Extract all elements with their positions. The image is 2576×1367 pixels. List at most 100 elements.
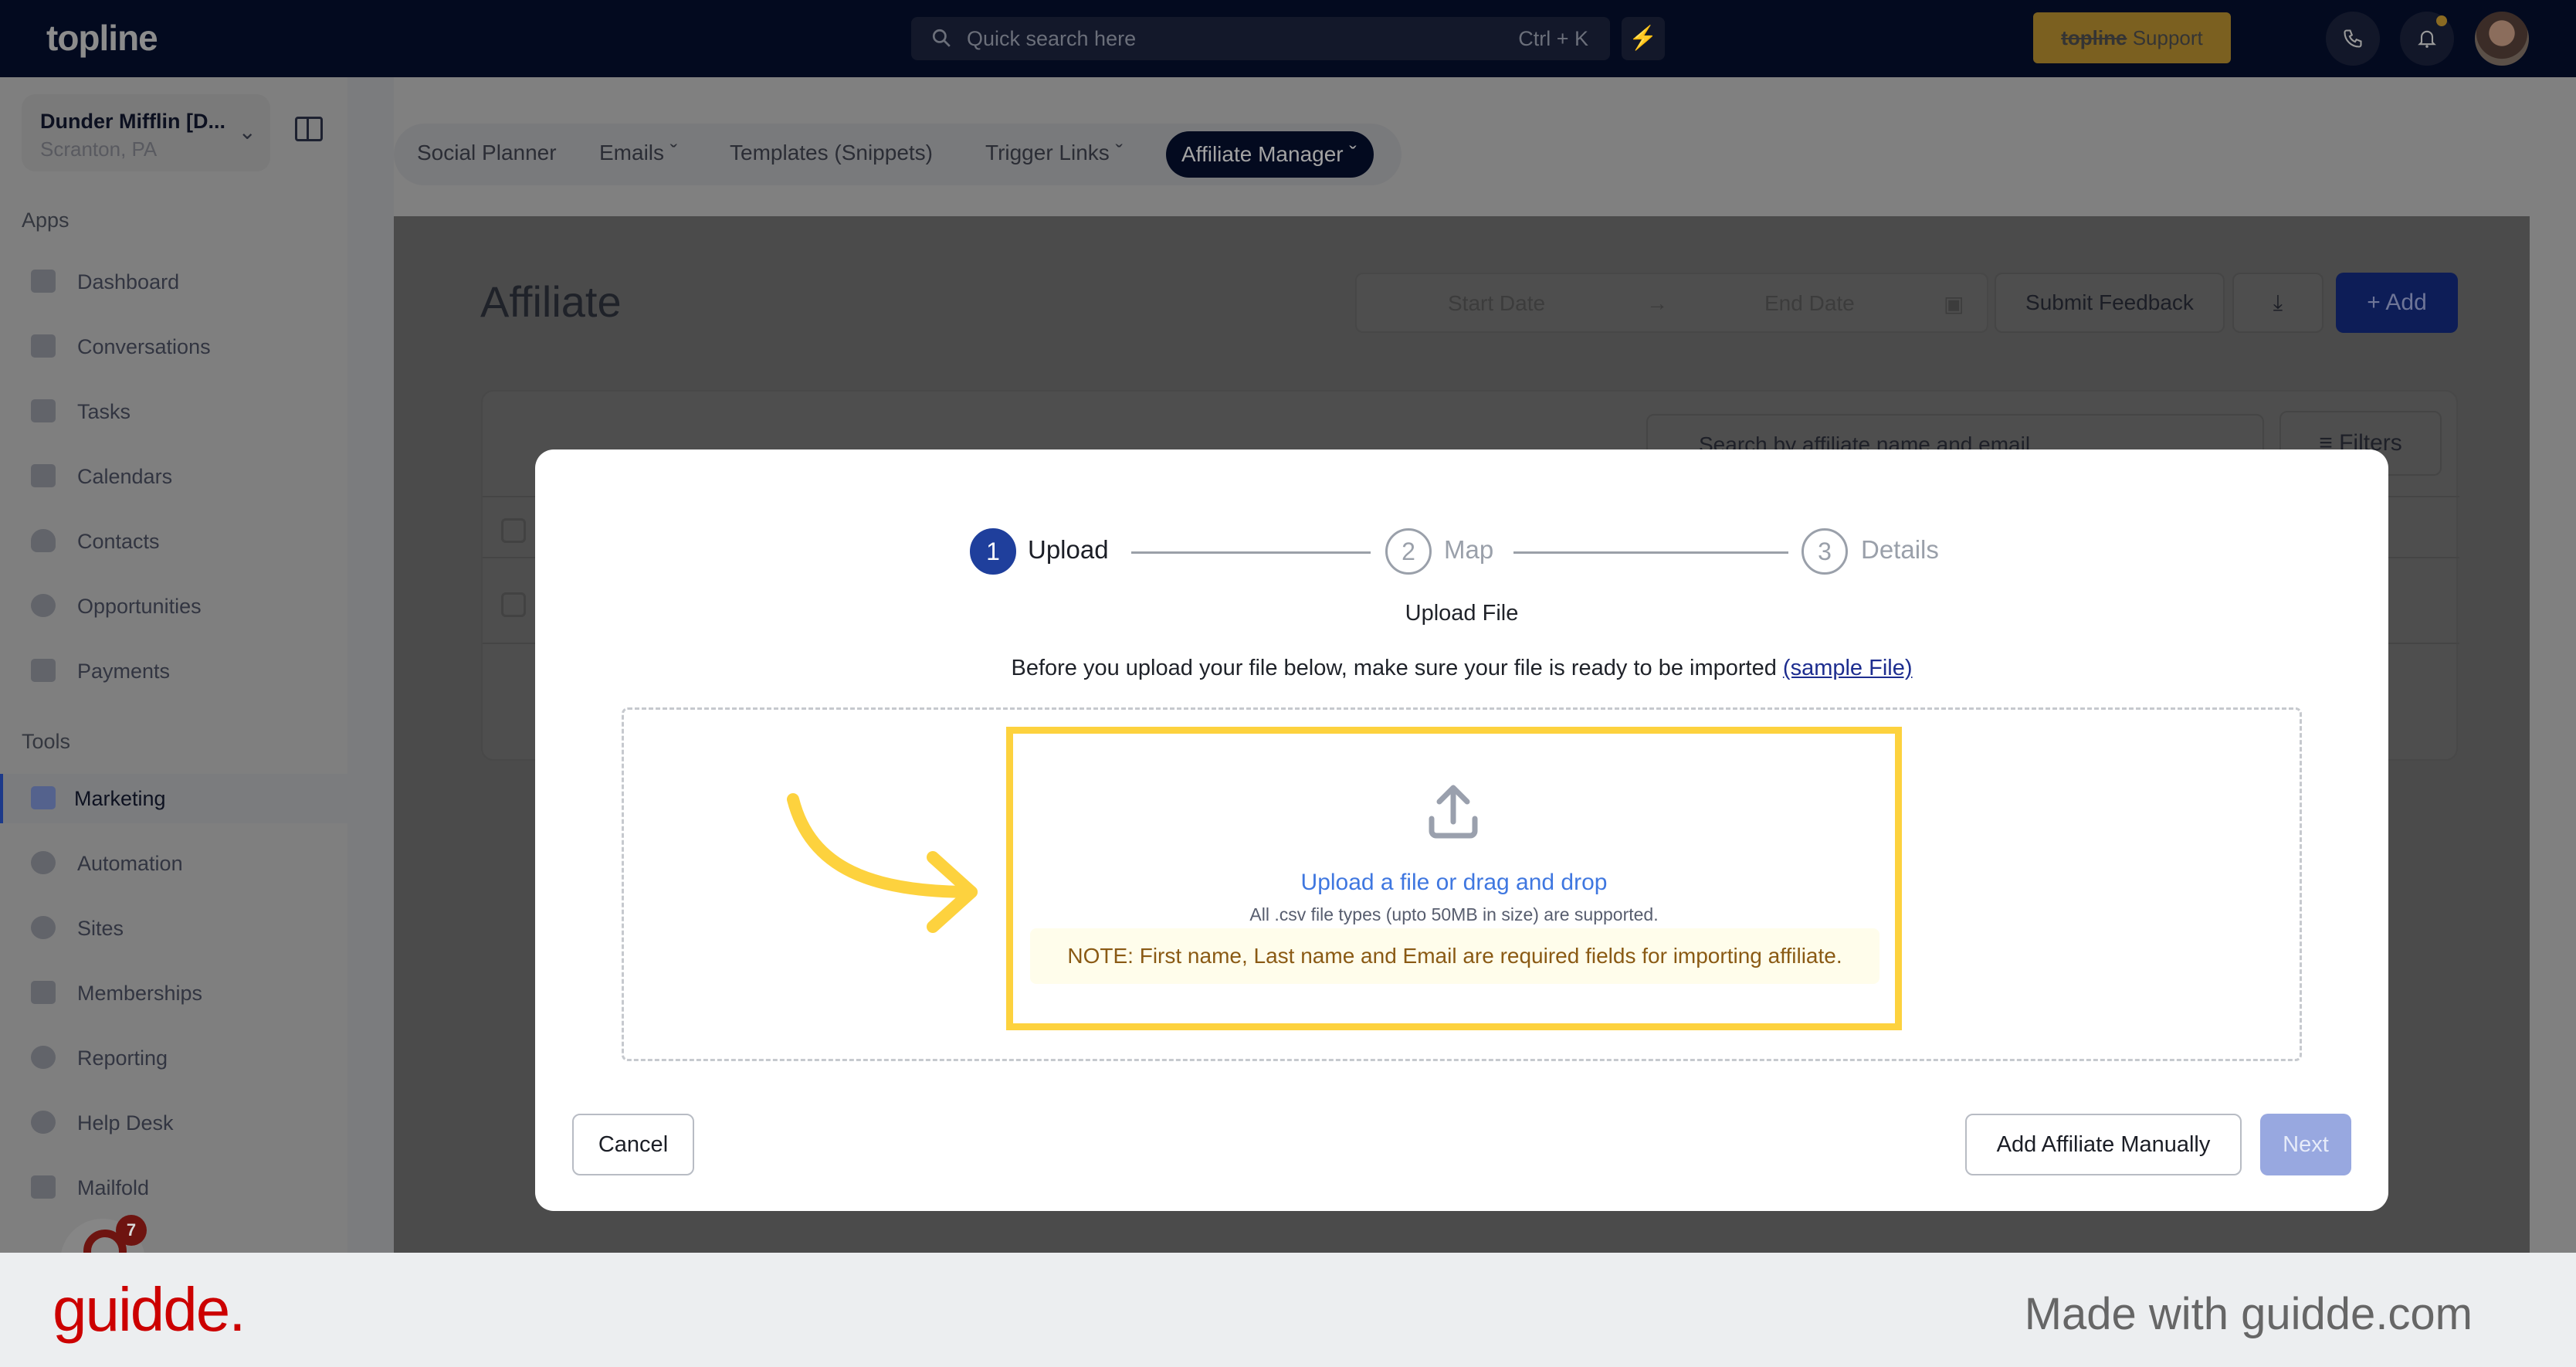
sidebar-item-label: Automation [77, 852, 183, 875]
sidebar-item-sites[interactable]: Sites [0, 904, 347, 953]
marketing-subnav: Social Planner Emails ˇ Templates (Snipp… [394, 124, 1402, 185]
sidebar-item-payments[interactable]: Payments [0, 646, 347, 696]
tab-trigger-links[interactable]: Trigger Links ˇ [985, 141, 1123, 165]
chevron-down-icon: ˇ [1349, 142, 1357, 166]
guidde-logo: guidde. [53, 1275, 246, 1344]
sidebar-item-label: Dashboard [77, 270, 180, 293]
tab-affiliate-manager[interactable]: Affiliate Manager ˇ [1166, 131, 1374, 178]
account-location: Scranton, PA [40, 137, 158, 161]
sidebar-item-label: Sites [77, 917, 124, 940]
sidebar-item-calendars[interactable]: Calendars [0, 452, 347, 501]
sidebar-item-tasks[interactable]: Tasks [0, 387, 347, 436]
sidebar-item-mailfold[interactable]: Mailfold [0, 1163, 347, 1213]
submit-feedback-button[interactable]: Submit Feedback [1995, 273, 2225, 333]
apps-heading: Apps [22, 209, 69, 232]
tab-label: Emails [599, 141, 665, 165]
sidebar-item-label: Conversations [77, 335, 211, 358]
mail-icon [31, 1175, 56, 1199]
sidebar-item-memberships[interactable]: Memberships [0, 968, 347, 1018]
download-button[interactable]: ⤓ [2232, 273, 2323, 333]
step-2-indicator: 2 [1385, 528, 1432, 575]
tab-templates[interactable]: Templates (Snippets) [730, 141, 933, 165]
account-switcher[interactable]: Dunder Mifflin [D... Scranton, PA ⌄ [22, 94, 270, 171]
pie-icon [31, 1046, 56, 1069]
sidebar-item-reporting[interactable]: Reporting [0, 1033, 347, 1083]
sidebar-item-contacts[interactable]: Contacts [0, 517, 347, 566]
step-1-label: Upload [1028, 535, 1109, 564]
task-icon [31, 399, 56, 422]
sidebar-item-help-desk[interactable]: Help Desk [0, 1098, 347, 1148]
sidebar: Dunder Mifflin [D... Scranton, PA ⌄ Apps… [0, 77, 347, 1253]
gears-icon [31, 851, 56, 874]
step-3-label: Details [1861, 535, 1939, 564]
add-affiliate-manually-button[interactable]: Add Affiliate Manually [1965, 1114, 2242, 1175]
sidebar-item-label: Mailfold [77, 1176, 150, 1199]
chevron-down-icon: ˇ [1115, 141, 1123, 165]
guidde-footer: guidde. Made with guidde.com [0, 1253, 2576, 1367]
calendar-icon [31, 464, 56, 487]
chevron-down-icon: ˇ [669, 141, 678, 165]
bell-icon [2418, 30, 2436, 48]
app-logo[interactable]: topline [46, 17, 158, 59]
sidebar-item-label: Tasks [77, 400, 131, 423]
date-range-picker[interactable]: Start Date → End Date ▣ [1355, 273, 1988, 333]
card-icon [31, 659, 56, 682]
row-checkbox[interactable] [501, 592, 526, 617]
bolt-icon[interactable]: ⚡ [1622, 17, 1665, 60]
tab-social-planner[interactable]: Social Planner [417, 141, 557, 165]
step-3-indicator: 3 [1802, 528, 1848, 575]
add-button[interactable]: + Add [2336, 273, 2458, 333]
notification-dot [2436, 15, 2447, 26]
tab-label: Affiliate Manager [1181, 142, 1344, 166]
support-button[interactable]: topline Support [2033, 12, 2231, 63]
help-icon [31, 1111, 56, 1134]
sidebar-item-label: Marketing [74, 787, 166, 810]
cancel-button[interactable]: Cancel [572, 1114, 694, 1175]
description-text: Before you upload your file below, make … [1011, 656, 1777, 680]
phone-button[interactable] [2326, 12, 2380, 66]
sidebar-item-label: Payments [77, 660, 171, 683]
step-1-indicator: 1 [970, 528, 1016, 575]
target-icon [31, 594, 56, 617]
start-date-placeholder: Start Date [1448, 291, 1546, 315]
sidebar-divider [347, 77, 394, 1253]
next-button[interactable]: Next [2260, 1114, 2351, 1175]
search-shortcut: Ctrl + K [1518, 27, 1588, 50]
page-title: Affiliate [480, 277, 622, 326]
search-placeholder: Quick search here [967, 27, 1137, 50]
phone-icon [2344, 29, 2362, 48]
tools-heading: Tools [22, 730, 71, 753]
made-with-text: Made with guidde.com [2024, 1289, 2473, 1339]
top-bar: topline Quick search here Ctrl + K ⚡ top… [0, 0, 2576, 77]
required-fields-note: NOTE: First name, Last name and Email ar… [1030, 928, 1879, 984]
search-icon [932, 29, 951, 47]
sidebar-item-label: Calendars [77, 465, 173, 488]
upload-highlight-box[interactable]: Upload a file or drag and drop All .csv … [1006, 727, 1902, 1030]
sidebar-item-opportunities[interactable]: Opportunities [0, 582, 347, 631]
sidebar-item-marketing[interactable]: Marketing [0, 774, 347, 823]
sidebar-item-dashboard[interactable]: Dashboard [0, 257, 347, 307]
user-avatar[interactable] [2475, 12, 2529, 66]
contact-icon [31, 529, 56, 552]
calendar-icon: ▣ [1944, 292, 1964, 316]
dashboard-icon [31, 270, 56, 293]
modal-description: Before you upload your file below, make … [535, 656, 2388, 681]
quick-search-input[interactable]: Quick search here Ctrl + K [911, 17, 1610, 60]
select-all-checkbox[interactable] [501, 518, 526, 543]
modal-title: Upload File [1405, 601, 1519, 626]
sidebar-item-conversations[interactable]: Conversations [0, 322, 347, 371]
sidebar-toggle-icon[interactable] [295, 117, 323, 141]
sidebar-item-label: Opportunities [77, 595, 202, 618]
upload-hint: All .csv file types (upto 50MB in size) … [1249, 904, 1659, 924]
sidebar-item-automation[interactable]: Automation [0, 839, 347, 888]
sidebar-item-label: Reporting [77, 1046, 168, 1070]
tab-emails[interactable]: Emails ˇ [599, 141, 677, 165]
members-icon [31, 981, 56, 1004]
sample-file-link[interactable]: (sample File) [1783, 656, 1913, 680]
step-connector [1513, 551, 1788, 554]
step-connector [1131, 551, 1371, 554]
upload-file-link[interactable]: Upload a file or drag and drop [1013, 870, 1895, 896]
chat-icon [31, 334, 56, 358]
arrow-right-icon: → [1646, 291, 1668, 315]
account-name: Dunder Mifflin [D... [40, 110, 225, 133]
